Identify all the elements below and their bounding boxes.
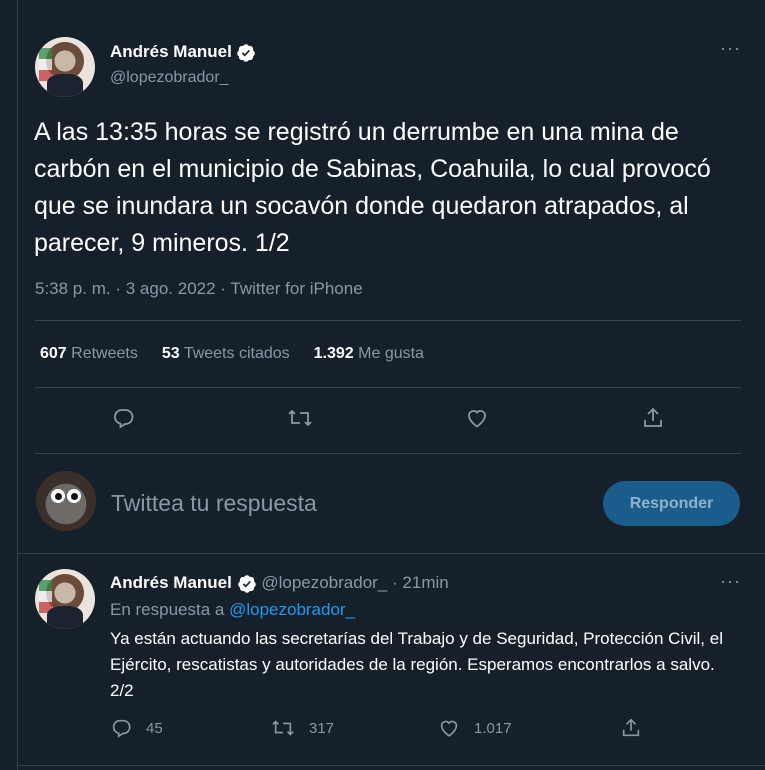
divider: [35, 320, 741, 321]
more-icon[interactable]: ···: [720, 38, 741, 59]
meta-separator: ·: [115, 279, 122, 298]
tweet-text: A las 13:35 horas se registró un derrumb…: [34, 118, 711, 257]
like-icon: [440, 720, 458, 737]
avatar-suit: [47, 74, 83, 97]
divider: [17, 553, 765, 554]
avatar-suit: [47, 606, 83, 629]
retweets-count: 607: [40, 345, 67, 362]
tweet-stats: 607 Retweets 53 Tweets citados 1.392 Me …: [40, 345, 424, 363]
reply-author-row: Andrés Manuel @lopezobrador_ · 21min: [110, 573, 449, 594]
tweet-date[interactable]: 3 ago. 2022: [126, 279, 216, 298]
reply-input[interactable]: Twittea tu respuesta: [111, 490, 317, 517]
reply-count: 45: [146, 719, 163, 737]
retweet-count: 317: [309, 719, 335, 737]
author-handle[interactable]: @lopezobrador_: [110, 69, 229, 87]
in-reply-to: En respuesta a @lopezobrador_: [110, 600, 355, 620]
divider: [35, 453, 741, 454]
reply-like-button[interactable]: 1.017: [438, 717, 512, 739]
retweets-stat[interactable]: 607 Retweets: [40, 345, 138, 363]
like-button[interactable]: [460, 401, 494, 435]
avatar-eye: [51, 489, 65, 503]
user-avatar[interactable]: [36, 471, 96, 531]
retweets-label: Retweets: [71, 345, 138, 362]
avatar-flag: [38, 579, 52, 613]
tweet-source[interactable]: Twitter for iPhone: [230, 279, 362, 298]
quotes-stat[interactable]: 53 Tweets citados: [162, 345, 290, 363]
divider: [35, 387, 741, 388]
tweet-meta: 5:38 p. m. · 3 ago. 2022 · Twitter for i…: [35, 279, 363, 299]
verified-icon: [237, 44, 256, 62]
reply-time[interactable]: 21min: [402, 573, 448, 592]
meta-separator: ·: [220, 279, 226, 298]
reply-icon: [114, 409, 134, 429]
reply-retweet-button[interactable]: 317: [271, 717, 334, 739]
verified-icon: [237, 574, 256, 593]
retweet-icon: [288, 409, 312, 427]
reply-separator: ·: [392, 573, 398, 592]
author-avatar[interactable]: [35, 37, 95, 97]
reply-author-name[interactable]: Andrés Manuel: [110, 573, 232, 592]
quotes-count: 53: [161, 345, 180, 362]
retweet-button[interactable]: [283, 401, 317, 435]
in-reply-prefix: En respuesta a: [110, 600, 225, 619]
respond-button[interactable]: Responder: [603, 481, 740, 526]
quotes-label: Tweets citados: [183, 345, 290, 362]
reply-button[interactable]: [106, 401, 140, 435]
share-icon: [622, 718, 640, 737]
reply-more-icon[interactable]: ···: [720, 571, 741, 592]
retweet-icon: [272, 720, 294, 736]
divider: [17, 765, 765, 766]
likes-count: 1.392: [313, 345, 354, 362]
like-icon: [468, 410, 486, 428]
tweet-time[interactable]: 5:38 p. m.: [35, 279, 111, 298]
avatar-flag: [38, 47, 52, 81]
reply-author-handle[interactable]: @lopezobrador_: [261, 573, 387, 592]
reply-text: Ya están actuando las secretarías del Tr…: [110, 629, 723, 700]
in-reply-handle-link[interactable]: @lopezobrador_: [229, 600, 355, 619]
share-button[interactable]: [636, 401, 670, 435]
share-icon: [644, 407, 662, 427]
avatar-eye: [67, 489, 81, 503]
like-count: 1.017: [474, 719, 512, 737]
reply-author-avatar[interactable]: [35, 569, 95, 629]
author-name[interactable]: Andrés Manuel: [110, 42, 232, 61]
reply-reply-button[interactable]: 45: [110, 717, 163, 739]
reply-icon: [112, 719, 131, 738]
likes-label: Me gusta: [358, 345, 424, 362]
likes-stat[interactable]: 1.392 Me gusta: [314, 345, 424, 363]
author-name-row[interactable]: Andrés Manuel: [110, 42, 256, 63]
reply-share-button[interactable]: [620, 717, 642, 739]
